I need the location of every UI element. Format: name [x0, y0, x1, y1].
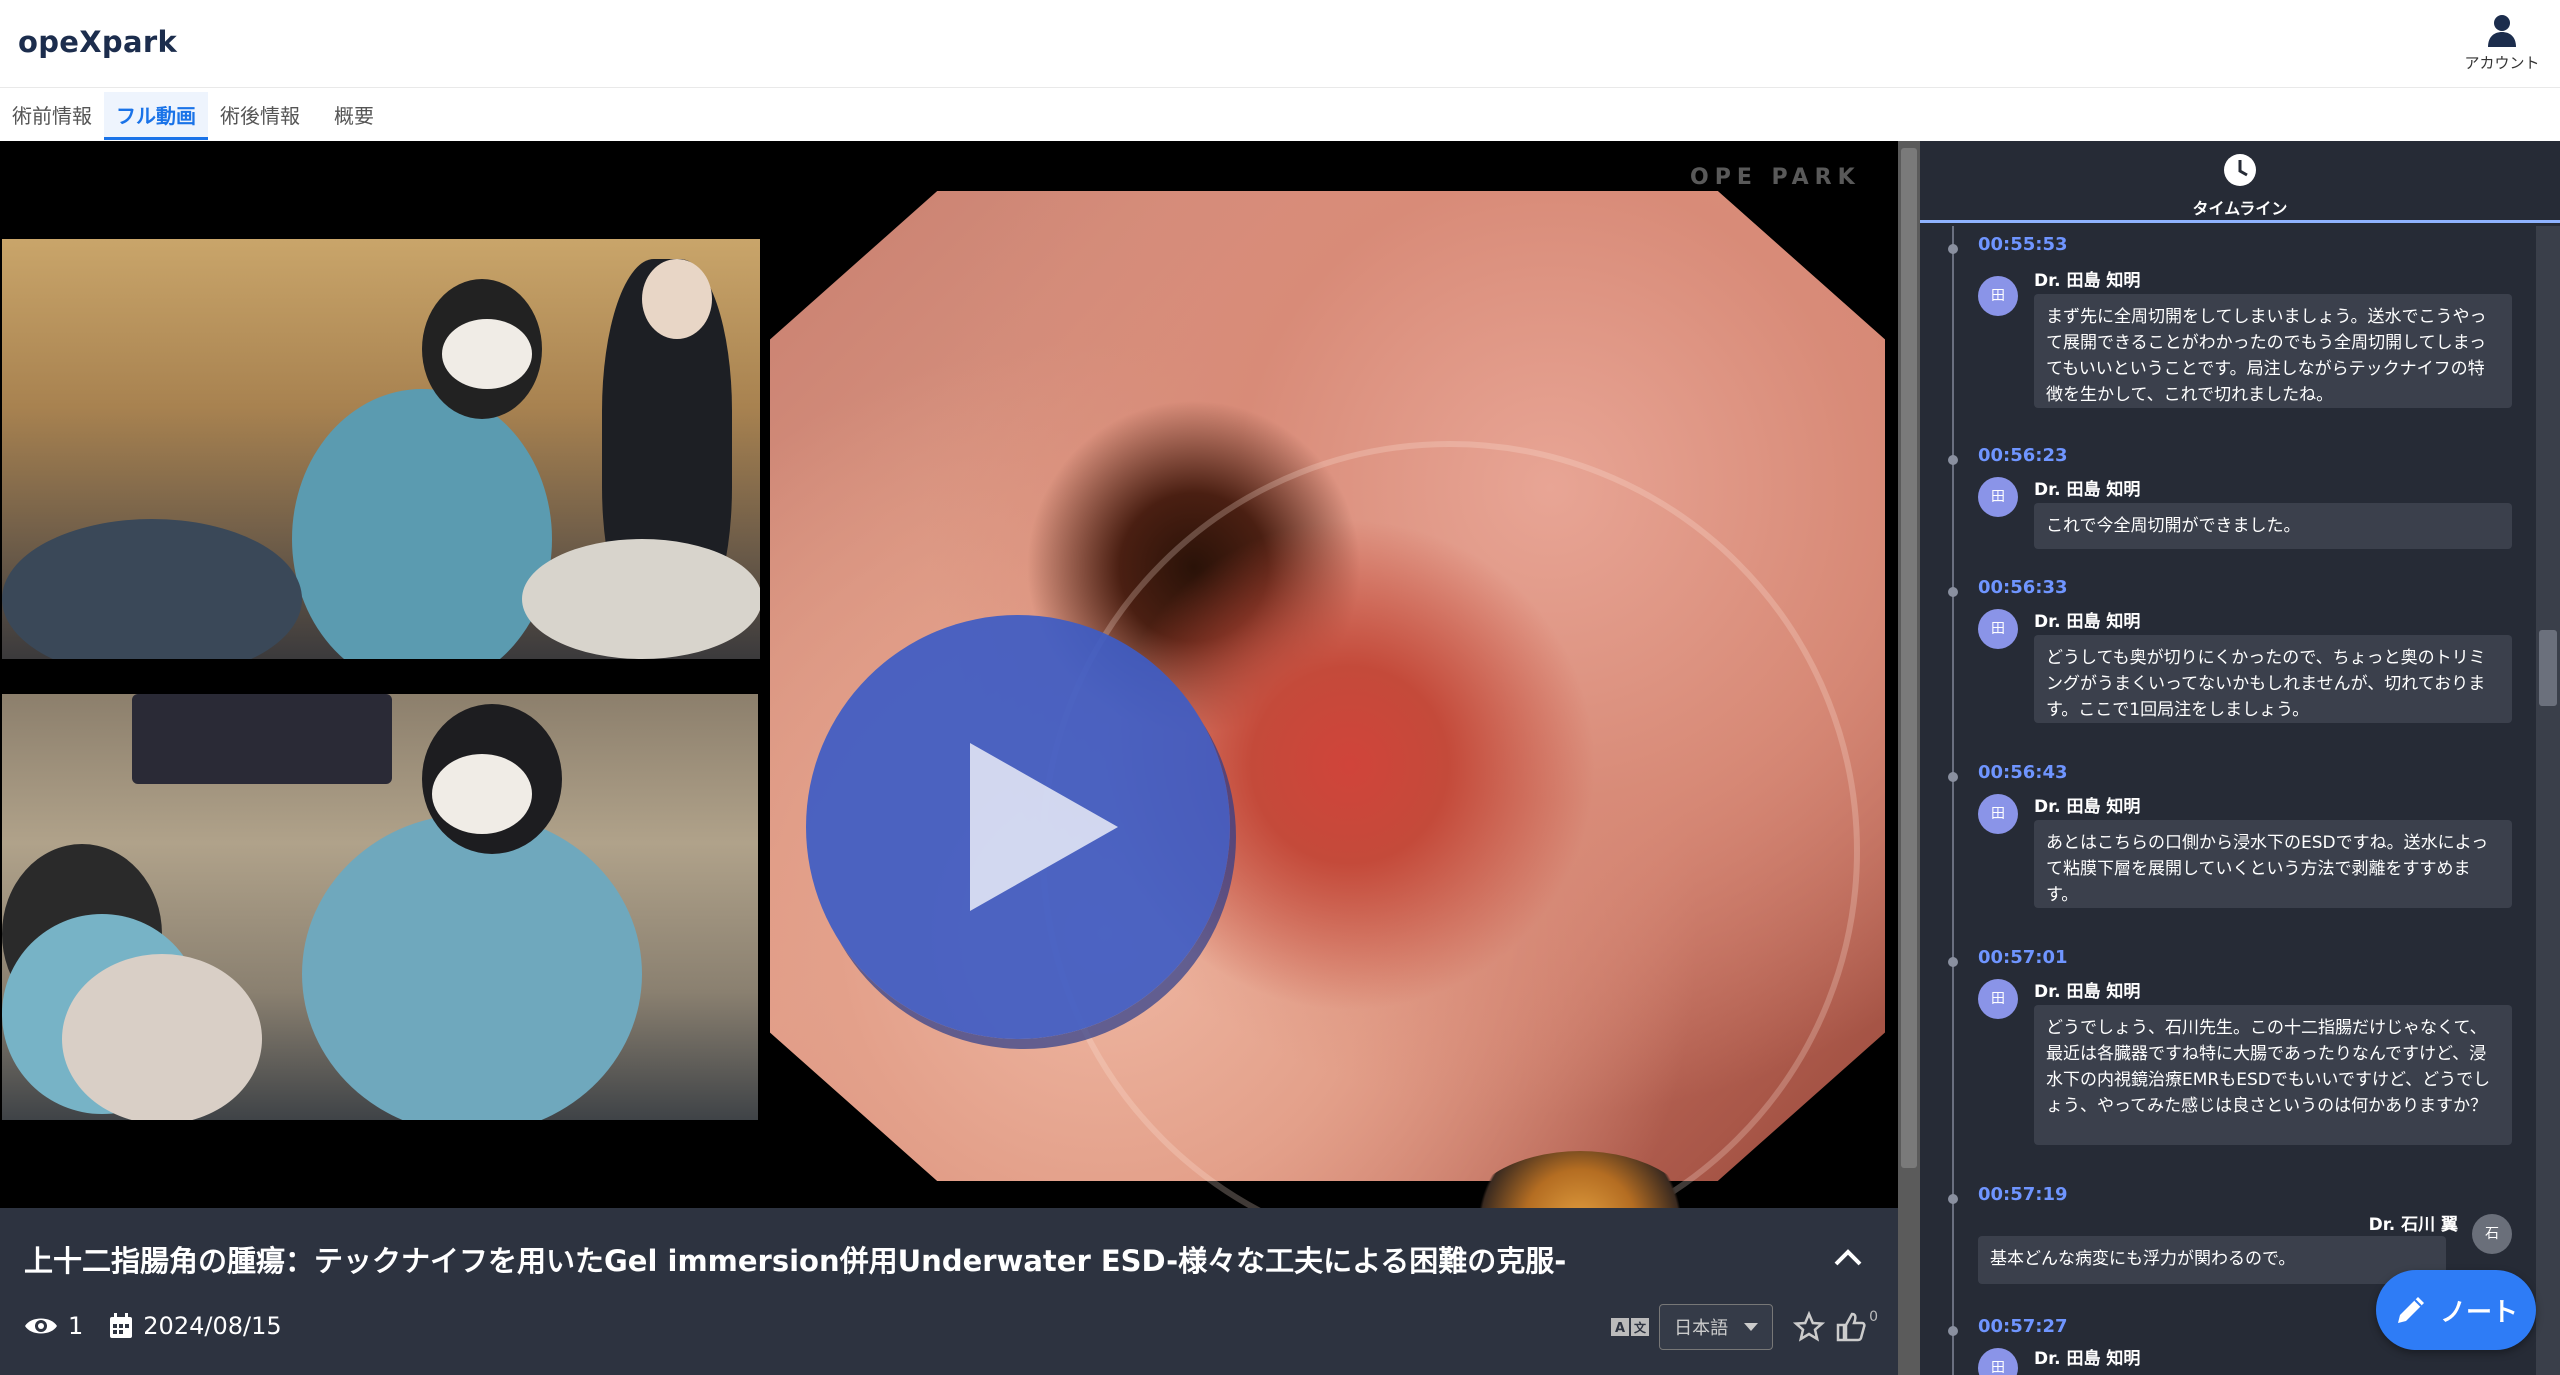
timeline-time[interactable]: 00:57:27 [1978, 1316, 2068, 1337]
comment-author: Dr. 田島 知明 [2034, 480, 2141, 500]
play-button[interactable] [806, 615, 1230, 1039]
note-button-label: ノート [2439, 1297, 2518, 1328]
tab-preop[interactable]: 術前情報 [0, 92, 104, 140]
timeline-header-label: タイムライン [2192, 199, 2288, 218]
avatar: 田 [1978, 276, 2018, 316]
video-meta: 1 2024/08/15 [24, 1312, 282, 1340]
timeline-dot [1948, 957, 1958, 967]
chevron-up-icon[interactable] [1830, 1242, 1866, 1272]
pencil-icon [2397, 1297, 2424, 1323]
comment-text: どうしても奥が切りにくかったので、ちょっと奥のトリミングがうまくいってないかもし… [2034, 635, 2512, 723]
tab-postop[interactable]: 術後情報 [208, 92, 312, 140]
account-label: アカウント [2464, 54, 2540, 72]
timeline-header[interactable]: タイムライン [1920, 141, 2560, 223]
timeline-time[interactable]: 00:57:19 [1978, 1184, 2068, 1205]
timeline-list[interactable]: 00:55:53 田 Dr. 田島 知明 まず先に全周切開をしてしまいましょう。… [1920, 226, 2540, 1375]
comment-author: Dr. 田島 知明 [2034, 1349, 2141, 1369]
caret-down-icon [1744, 1323, 1759, 1331]
avatar: 田 [1978, 1348, 2018, 1375]
timeline-time[interactable]: 00:57:01 [1978, 947, 2068, 968]
timeline-dot [1948, 455, 1958, 465]
timeline-panel: タイムライン 00:55:53 田 Dr. 田島 知明 まず先に全周切開をしてし… [1920, 141, 2560, 1375]
play-icon [970, 743, 1118, 911]
timeline-dot [1948, 772, 1958, 782]
timeline-scrollbar-thumb[interactable] [2539, 630, 2557, 706]
comment-author: Dr. 石川 翼 [2368, 1215, 2458, 1235]
timeline-time[interactable]: 00:56:23 [1978, 445, 2068, 466]
video-player[interactable]: OPE PARK [0, 141, 1898, 1208]
comment-text: あとはこちらの口側から浸水下のESDですね。送水によって粘膜下層を展開していくと… [2034, 820, 2512, 908]
svg-text:A: A [1615, 1321, 1625, 1336]
timeline-time[interactable]: 00:56:33 [1978, 577, 2068, 598]
video-title: 上十二指腸角の腫瘍：テックナイフを用いたGel immersion併用Under… [24, 1244, 1567, 1278]
view-count: 1 [68, 1312, 84, 1340]
translate-icon[interactable]: A 文 [1611, 1316, 1650, 1338]
language-select[interactable]: 日本語 [1659, 1304, 1774, 1350]
operating-room-camera-bottom [2, 694, 758, 1120]
video-scrollbar-thumb[interactable] [1901, 148, 1917, 1168]
clock-icon [2224, 154, 2256, 186]
note-button[interactable]: ノート [2376, 1270, 2536, 1350]
svg-text:文: 文 [1634, 1320, 1647, 1335]
comment-author: Dr. 田島 知明 [2034, 797, 2141, 817]
avatar: 田 [1978, 609, 2018, 649]
comment-author: Dr. 田島 知明 [2034, 612, 2141, 632]
video-watermark: OPE PARK [1690, 165, 1861, 190]
tab-bar: 術前情報 フル動画 術後情報 概要 [0, 92, 386, 140]
like-count: 0 [1869, 1309, 1878, 1325]
tab-full-video[interactable]: フル動画 [104, 92, 208, 140]
comment-author: Dr. 田島 知明 [2034, 982, 2141, 1002]
timeline-dot [1948, 587, 1958, 597]
account-button[interactable]: アカウント [2462, 14, 2542, 73]
tab-summary[interactable]: 概要 [312, 92, 386, 140]
app-logo[interactable]: opeXpark [18, 25, 177, 59]
person-icon [2488, 15, 2516, 47]
avatar: 田 [1978, 979, 2018, 1019]
app-header: opeXpark アカウント [0, 0, 2560, 88]
video-controls: A 文 日本語 0 [1611, 1304, 1878, 1350]
thumbs-up-icon[interactable] [1835, 1311, 1867, 1343]
timeline-scrollbar[interactable] [2536, 226, 2560, 1375]
avatar: 石 [2472, 1214, 2512, 1254]
language-select-value: 日本語 [1674, 1318, 1729, 1339]
calendar-icon [109, 1313, 133, 1339]
eye-icon [24, 1315, 58, 1337]
avatar: 田 [1978, 477, 2018, 517]
comment-text: 基本どんな病変にも浮力が関わるので。 [1978, 1236, 2446, 1284]
timeline-dot [1948, 1194, 1958, 1204]
timeline-dot [1948, 1326, 1958, 1336]
comment-text: どうでしょう、石川先生。この十二指腸だけじゃなくて、最近は各臓器ですね特に大腸で… [2034, 1005, 2512, 1145]
comment-text: まず先に全周切開をしてしまいましょう。送水でこうやって展開できることがわかったの… [2034, 294, 2512, 408]
star-icon[interactable] [1793, 1311, 1826, 1343]
timeline-time[interactable]: 00:56:43 [1978, 762, 2068, 783]
timeline-dot [1948, 244, 1958, 254]
comment-author: Dr. 田島 知明 [2034, 271, 2141, 291]
operating-room-camera-top [2, 239, 760, 659]
avatar: 田 [1978, 794, 2018, 834]
comment-text: これで今全周切開ができました。 [2034, 503, 2512, 549]
timeline-time[interactable]: 00:55:53 [1978, 234, 2068, 255]
video-info-bar: 上十二指腸角の腫瘍：テックナイフを用いたGel immersion併用Under… [0, 1208, 1898, 1375]
publish-date: 2024/08/15 [143, 1312, 282, 1340]
